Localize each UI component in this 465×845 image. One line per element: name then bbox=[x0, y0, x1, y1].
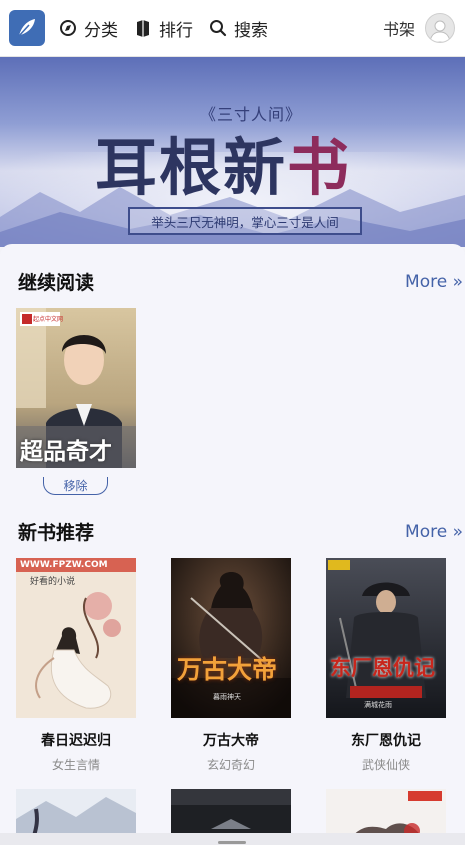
cover-author-text: 暮雨神天 bbox=[213, 693, 241, 701]
promo-banner[interactable]: 《三寸人间》 耳根新书 举头三尺无神明，掌心三寸是人间 bbox=[0, 57, 465, 247]
cover-site-badge: 起点中文网 bbox=[33, 316, 64, 323]
nav-search-label: 搜索 bbox=[234, 20, 268, 41]
category-icon bbox=[59, 19, 77, 37]
new-book-card[interactable]: 万古大帝 暮雨神天 万古大帝 玄幻奇幻 bbox=[171, 558, 291, 773]
continue-reading-more-link[interactable]: More » bbox=[405, 272, 463, 292]
nav-ranking-label: 排行 bbox=[159, 20, 193, 41]
cover-title-text: 好看的小说 bbox=[30, 577, 76, 587]
book-cover: 东厂恩仇记 满城花雨 bbox=[326, 558, 446, 718]
continue-book-card[interactable]: 起点中文网 超品奇才 bbox=[16, 308, 136, 468]
nav-search[interactable]: 搜索 bbox=[209, 16, 268, 41]
book-cover: 起点中文网 超品奇才 bbox=[16, 308, 136, 468]
search-icon bbox=[209, 19, 227, 37]
new-books-header: 新书推荐 More » bbox=[18, 518, 463, 545]
book-cover: 万古大帝 暮雨神天 bbox=[171, 558, 291, 718]
remove-button[interactable]: 移除 bbox=[43, 477, 108, 495]
new-books-more-link[interactable]: More » bbox=[405, 522, 463, 542]
book-name: 春日迟迟归 bbox=[41, 733, 111, 749]
user-avatar-icon[interactable] bbox=[425, 13, 455, 43]
nav-category-label: 分类 bbox=[84, 20, 118, 41]
cover-site-text: WWW.FPZW.COM bbox=[20, 560, 108, 570]
bookshelf-link[interactable]: 书架 bbox=[383, 16, 415, 40]
book-name: 东厂恩仇记 bbox=[351, 733, 421, 749]
ranking-icon bbox=[134, 19, 152, 37]
new-books-title: 新书推荐 bbox=[18, 522, 95, 544]
new-book-card[interactable]: 东厂恩仇记 满城花雨 东厂恩仇记 武侠仙侠 bbox=[326, 558, 446, 773]
cover-title-text: 万古大帝 bbox=[177, 655, 278, 684]
cover-author-text: 满城花雨 bbox=[364, 701, 392, 709]
new-book-card[interactable]: WWW.FPZW.COM 好看的小说 春日迟迟归 女生言情 bbox=[16, 558, 136, 773]
book-category: 女生言情 bbox=[51, 758, 100, 772]
book-category: 武侠仙侠 bbox=[361, 758, 410, 772]
banner-title-accent: 书 bbox=[287, 131, 352, 204]
continue-reading-header: 继续阅读 More » bbox=[18, 268, 463, 295]
cover-title-text: 东厂恩仇记 bbox=[330, 655, 435, 680]
banner-title-main: 耳根新 bbox=[95, 131, 288, 204]
nav-ranking[interactable]: 排行 bbox=[134, 16, 193, 41]
cover-title-text: 超品奇才 bbox=[20, 438, 112, 465]
book-category: 玄幻奇幻 bbox=[206, 758, 255, 772]
banner-title: 耳根新书 bbox=[95, 117, 351, 207]
nav-category[interactable]: 分类 bbox=[59, 16, 118, 41]
top-nav-bar: 分类 排行 搜索 书架 bbox=[0, 0, 465, 57]
banner-slogan: 举头三尺无神明，掌心三寸是人间 bbox=[128, 207, 362, 235]
scroll-indicator[interactable] bbox=[218, 841, 246, 844]
book-cover: WWW.FPZW.COM 好看的小说 bbox=[16, 558, 136, 718]
book-name: 万古大帝 bbox=[203, 733, 259, 749]
continue-reading-title: 继续阅读 bbox=[18, 272, 95, 294]
app-logo-icon[interactable] bbox=[9, 10, 45, 46]
